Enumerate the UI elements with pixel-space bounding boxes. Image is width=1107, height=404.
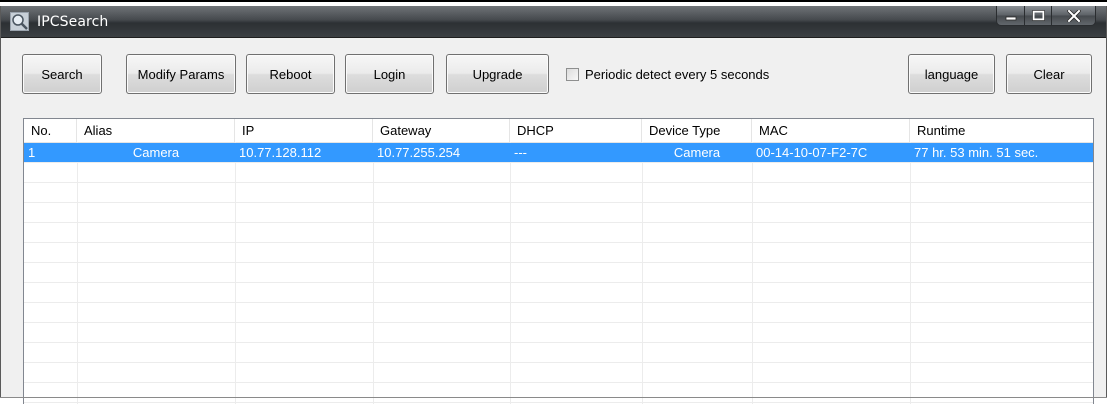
close-button[interactable] [1052,6,1096,26]
close-icon [1067,10,1081,22]
maximize-icon [1032,10,1045,21]
device-list-header: No. Alias IP Gateway DHCP Device Type MA… [24,119,1093,143]
periodic-detect-label[interactable]: Periodic detect every 5 seconds [585,67,769,82]
grid-line [24,382,1093,383]
grid-line [24,262,1093,263]
language-button[interactable]: language [908,54,995,94]
grid-line [24,242,1093,243]
title-bar[interactable]: IPCSearch [1,6,1106,38]
magnifier-app-icon [10,12,29,31]
modify-params-button[interactable]: Modify Params [126,54,236,94]
grid-line [24,222,1093,223]
grid-line [24,302,1093,303]
upgrade-button[interactable]: Upgrade [446,54,549,94]
window-title: IPCSearch [37,14,108,30]
grid-line [24,342,1093,343]
periodic-detect-checkbox[interactable] [566,68,579,81]
table-row[interactable]: 1 Camera 10.77.128.112 10.77.255.254 ---… [24,143,1093,162]
minimize-button[interactable] [996,6,1025,26]
app-window: IPCSearch Search Modify [0,6,1107,398]
column-header-device-type[interactable]: Device Type [642,119,752,142]
minimize-icon [1005,11,1017,21]
grid-line [24,402,1093,403]
column-header-no[interactable]: No. [24,119,77,142]
cell-device-type: Camera [642,143,752,162]
device-list[interactable]: No. Alias IP Gateway DHCP Device Type MA… [23,118,1094,404]
cell-runtime: 77 hr. 53 min. 51 sec. [910,143,1094,162]
column-header-mac[interactable]: MAC [752,119,910,142]
grid-line [24,202,1093,203]
grid-line [24,362,1093,363]
grid-line [24,322,1093,323]
cell-ip: 10.77.128.112 [235,143,373,162]
cell-gateway: 10.77.255.254 [373,143,510,162]
column-header-ip[interactable]: IP [235,119,373,142]
cell-mac: 00-14-10-07-F2-7C [752,143,910,162]
clear-button[interactable]: Clear [1006,54,1092,94]
top-rule [0,0,1107,2]
column-header-alias[interactable]: Alias [77,119,235,142]
grid-line [24,162,1093,163]
column-header-dhcp[interactable]: DHCP [510,119,642,142]
cell-no: 1 [24,143,77,162]
search-button[interactable]: Search [22,54,102,94]
cell-dhcp: --- [510,143,642,162]
window-controls [996,6,1096,28]
column-header-runtime[interactable]: Runtime [910,119,1094,142]
grid-line [24,182,1093,183]
periodic-detect-option[interactable]: Periodic detect every 5 seconds [566,66,769,82]
reboot-button[interactable]: Reboot [246,54,335,94]
grid-line [24,282,1093,283]
cell-alias: Camera [77,143,235,162]
toolbar: Search Modify Params Reboot Login Upgrad… [1,54,1106,94]
maximize-button[interactable] [1025,6,1052,26]
login-button[interactable]: Login [345,54,434,94]
column-header-gateway[interactable]: Gateway [373,119,510,142]
